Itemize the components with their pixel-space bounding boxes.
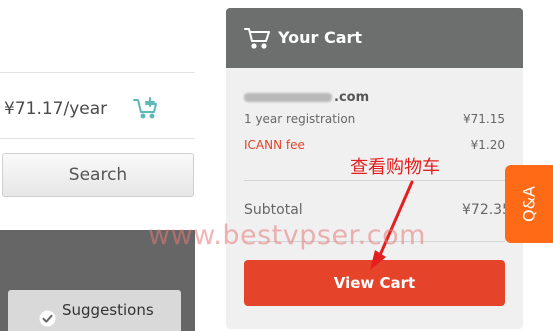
cart-header: Your Cart (226, 8, 523, 68)
qa-label: Q&A (519, 185, 539, 223)
view-cart-button[interactable]: View Cart (244, 260, 505, 306)
blurred-domain (244, 93, 332, 102)
domain-price: ¥71.17/year (4, 99, 108, 119)
check-circle-icon (39, 302, 56, 327)
cart-title: Your Cart (278, 28, 363, 47)
suggestions-tab[interactable]: Suggestions (8, 290, 181, 331)
domain-result-row: ¥71.17/year (0, 96, 195, 122)
registration-label: 1 year registration (244, 112, 356, 126)
left-mid-divider (0, 138, 195, 139)
watermark-text: www.bestvpser.com (148, 220, 426, 251)
registration-price: ¥71.15 (463, 112, 505, 126)
cart-domain-name: .com (244, 90, 369, 105)
subtotal-value: ¥72.35 (462, 202, 511, 218)
domain-suffix: .com (334, 90, 370, 105)
search-button[interactable]: Search (2, 153, 194, 197)
shopping-cart-icon (244, 27, 271, 49)
annotation-text: 查看购物车 (350, 157, 440, 178)
icann-fee-label: ICANN fee (244, 138, 305, 152)
cart-divider (244, 180, 505, 181)
qa-tab[interactable]: Q&A (505, 165, 553, 243)
icann-fee-price: ¥1.20 (470, 138, 505, 152)
suggestions-label: Suggestions (62, 301, 154, 319)
add-to-cart-icon[interactable] (133, 97, 159, 119)
subtotal-label: Subtotal (244, 202, 303, 218)
left-top-divider (0, 72, 195, 73)
